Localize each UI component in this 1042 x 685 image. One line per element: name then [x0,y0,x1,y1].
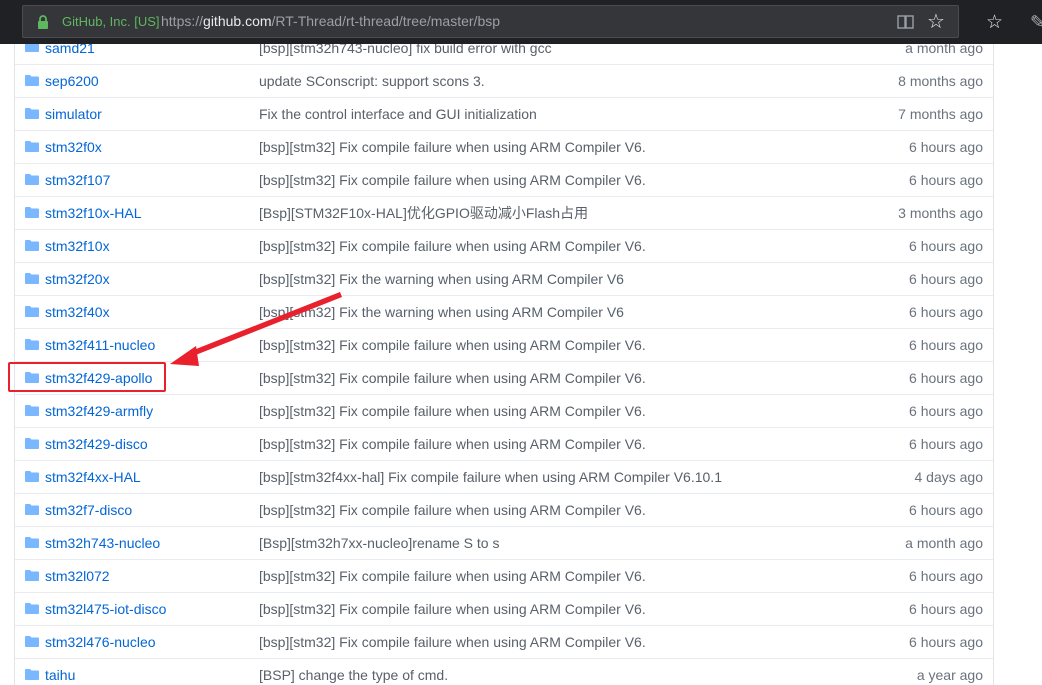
annotation-arrow [170,292,342,366]
